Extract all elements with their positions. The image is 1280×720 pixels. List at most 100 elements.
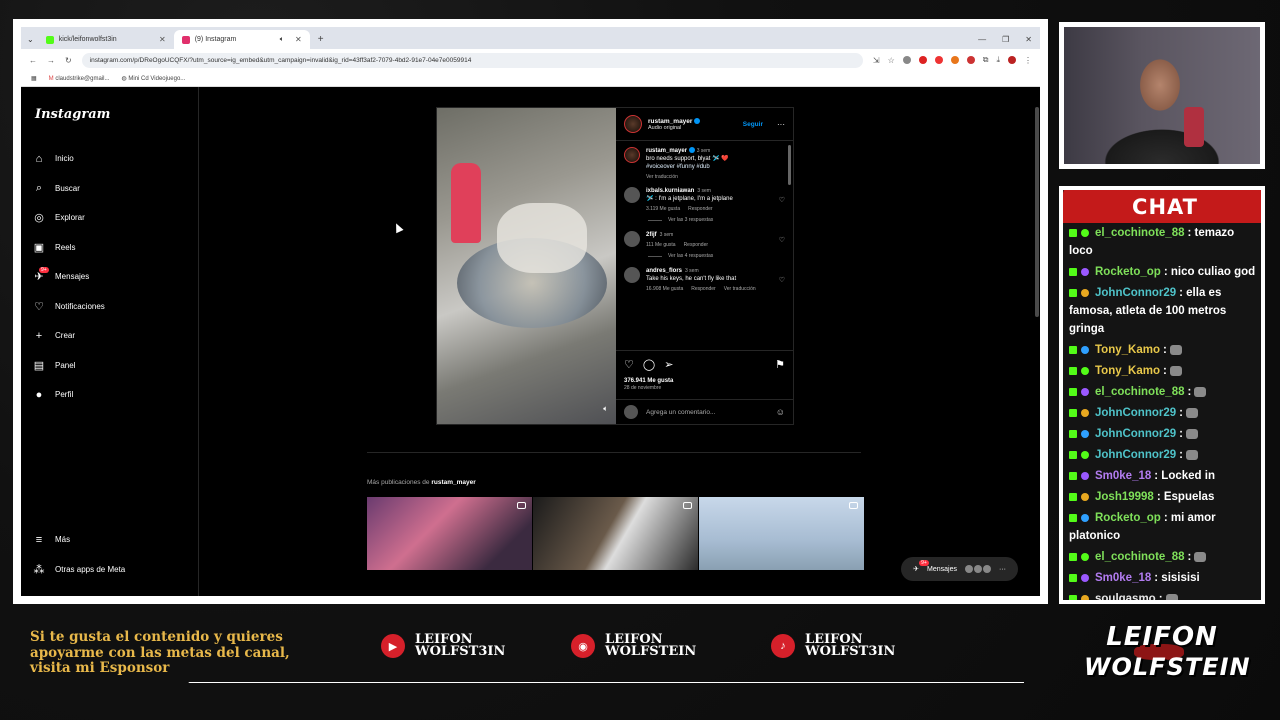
like-comment-heart-icon[interactable]: ♡ xyxy=(779,276,785,284)
post-username[interactable]: rustam_mayer xyxy=(648,118,692,125)
more-options-icon[interactable]: ··· xyxy=(777,120,785,129)
save-bookmark-icon[interactable]: ⚑ xyxy=(775,358,785,371)
chat-username[interactable]: el_cochinote_88 xyxy=(1095,386,1184,398)
reply-link[interactable]: Responder xyxy=(688,206,712,212)
view-replies-link[interactable]: Ver las 3 respuestas xyxy=(648,217,785,223)
comment-username[interactable]: 2fijf xyxy=(646,232,657,238)
post-thumbnail[interactable] xyxy=(699,497,864,570)
install-icon[interactable]: ⇲ xyxy=(873,56,880,65)
chat-username[interactable]: el_cochinote_88 xyxy=(1095,227,1184,239)
sidebar-item-mensajes[interactable]: ✈ 9+ Mensajes xyxy=(33,262,186,292)
sidebar-item-explorar[interactable]: ◎ Explorar xyxy=(33,203,186,233)
avatar[interactable] xyxy=(1008,56,1016,64)
audio-label[interactable]: Audio original xyxy=(648,125,700,131)
kebab-menu-icon[interactable]: ⋮ xyxy=(1024,56,1032,65)
comment-username[interactable]: ixbals.kurniawan xyxy=(646,188,694,194)
comment-likes[interactable]: 3.119 Me gusta xyxy=(646,206,680,212)
sidebar-item-buscar[interactable]: ⌕ Buscar xyxy=(33,174,186,204)
social-link[interactable]: ◉ LEIFON WOLFSTEIN xyxy=(571,633,696,658)
chat-username[interactable]: Tony_Kamo xyxy=(1095,344,1160,356)
comment-icon[interactable]: ◯ xyxy=(643,358,655,371)
bookmark-gmail[interactable]: M claudstrike@gmail... xyxy=(49,76,110,82)
sidebar-item-reels[interactable]: ▣ Reels xyxy=(33,233,186,263)
social-link[interactable]: ♪ LEIFON WOLFST3IN xyxy=(771,633,895,658)
extension-icon[interactable] xyxy=(918,56,927,64)
bookmark-star-icon[interactable]: ☆ xyxy=(888,56,895,65)
minimize-icon[interactable]: — xyxy=(978,30,986,49)
extension-icon[interactable] xyxy=(902,56,911,64)
chat-username[interactable]: Sm0ke_18 xyxy=(1095,572,1151,584)
new-tab-button[interactable]: + xyxy=(310,30,332,49)
avatar[interactable] xyxy=(624,147,640,163)
emoji-icon[interactable]: ☺ xyxy=(776,407,785,417)
chat-username[interactable]: JohnConnor29 xyxy=(1095,449,1176,461)
chat-username[interactable]: JohnConnor29 xyxy=(1095,428,1176,440)
like-comment-heart-icon[interactable]: ♡ xyxy=(779,196,785,204)
avatar[interactable] xyxy=(624,267,640,283)
chat-username[interactable]: Rocketo_op xyxy=(1095,512,1161,524)
reply-link[interactable]: Responder xyxy=(691,286,715,292)
chat-username[interactable]: el_cochinote_88 xyxy=(1095,551,1184,563)
sidebar-item-inicio[interactable]: ⌂ Inicio xyxy=(33,144,186,174)
metamask-icon[interactable] xyxy=(950,56,959,64)
post-thumbnail[interactable] xyxy=(367,497,532,570)
comments-scrollbar[interactable] xyxy=(788,145,791,185)
close-window-icon[interactable]: ✕ xyxy=(1025,30,1032,49)
chat-username[interactable]: Tony_Kamo xyxy=(1095,365,1160,377)
translate-link[interactable]: Ver traducción xyxy=(646,173,785,181)
mute-icon[interactable]: 🔈︎ xyxy=(603,404,608,414)
messages-pill[interactable]: ✈ 9+ Mensajes ··· xyxy=(901,557,1018,581)
back-icon[interactable]: ← xyxy=(29,56,37,65)
puzzle-icon[interactable]: ⧉ xyxy=(983,55,989,65)
download-icon[interactable]: ⤓ xyxy=(996,55,1000,65)
extension-icon[interactable] xyxy=(966,56,975,64)
instagram-logo[interactable]: Instagram xyxy=(35,107,186,122)
avatar[interactable] xyxy=(624,115,642,133)
close-tab-icon[interactable]: ✕ xyxy=(295,35,302,44)
comment-username[interactable]: andres_flors xyxy=(646,268,682,274)
tab-kick[interactable]: kick/leifonwolfst3in ✕ xyxy=(38,30,174,49)
share-icon[interactable]: ➢ xyxy=(664,358,673,371)
social-link[interactable]: ▶ LEIFON WOLFST3IN xyxy=(381,633,505,658)
sidebar-item-notificaciones[interactable]: ♡ Notificaciones xyxy=(33,292,186,322)
chat-username[interactable]: JohnConnor29 xyxy=(1095,407,1176,419)
address-bar[interactable]: instagram.com/p/DReOgoUCQFX/?utm_source=… xyxy=(81,52,863,68)
avatar[interactable] xyxy=(624,231,640,247)
restore-icon[interactable]: ❐ xyxy=(1002,30,1009,49)
like-heart-icon[interactable]: ♡ xyxy=(624,358,634,371)
forward-icon[interactable]: → xyxy=(47,56,55,65)
translate-link[interactable]: Ver traducción xyxy=(724,286,756,292)
opera-icon[interactable] xyxy=(934,56,943,64)
page-scrollbar[interactable] xyxy=(1035,107,1039,317)
speaker-icon[interactable]: 🔈︎ xyxy=(280,36,284,44)
chat-username[interactable]: JohnConnor29 xyxy=(1095,287,1176,299)
hashtags[interactable]: #voiceover #funny #dub xyxy=(646,164,710,170)
reel-video[interactable]: 🔈︎ xyxy=(437,108,616,424)
sidebar-item-bottom[interactable]: ≡ Más xyxy=(33,525,125,555)
apps-grid-icon[interactable]: ▦ xyxy=(31,75,37,82)
comment-likes[interactable]: 111 Me gusta xyxy=(646,242,676,248)
post-thumbnail[interactable] xyxy=(533,497,698,570)
bookmark-mini-cd[interactable]: ◍ Mini Cd Videojuego... xyxy=(121,75,185,82)
chat-username[interactable]: Rocketo_op xyxy=(1095,266,1161,278)
sidebar-item-perfil[interactable]: ● Perfil xyxy=(33,380,186,410)
close-tab-icon[interactable]: ✕ xyxy=(159,35,166,44)
reply-link[interactable]: Responder xyxy=(684,242,708,248)
chat-username[interactable]: Josh19998 xyxy=(1095,491,1154,503)
reload-icon[interactable]: ↻ xyxy=(65,56,72,65)
chat-username[interactable]: soulgasmo xyxy=(1095,593,1156,600)
like-comment-heart-icon[interactable]: ♡ xyxy=(779,236,785,244)
comment-likes[interactable]: 16.908 Me gusta xyxy=(646,286,683,292)
sidebar-item-bottom[interactable]: ⁂ Otras apps de Meta xyxy=(33,555,126,585)
more-posts-username[interactable]: rustam_mayer xyxy=(431,479,475,486)
avatar[interactable] xyxy=(624,187,640,203)
sidebar-item-panel[interactable]: ▤ Panel xyxy=(33,351,186,381)
sidebar-item-crear[interactable]: + Crear xyxy=(33,321,186,351)
caption-username[interactable]: rustam_mayer xyxy=(646,148,687,154)
comment-input[interactable]: Agrega un comentario... ☺ xyxy=(616,400,793,424)
tab-instagram[interactable]: (9) Instagram 🔈︎ ✕ xyxy=(173,30,310,49)
view-replies-link[interactable]: Ver las 4 respuestas xyxy=(648,253,785,259)
follow-button[interactable]: Seguir xyxy=(743,121,763,128)
chat-username[interactable]: Sm0ke_18 xyxy=(1095,470,1151,482)
tab-list-icon[interactable]: ⌄ xyxy=(27,30,34,49)
